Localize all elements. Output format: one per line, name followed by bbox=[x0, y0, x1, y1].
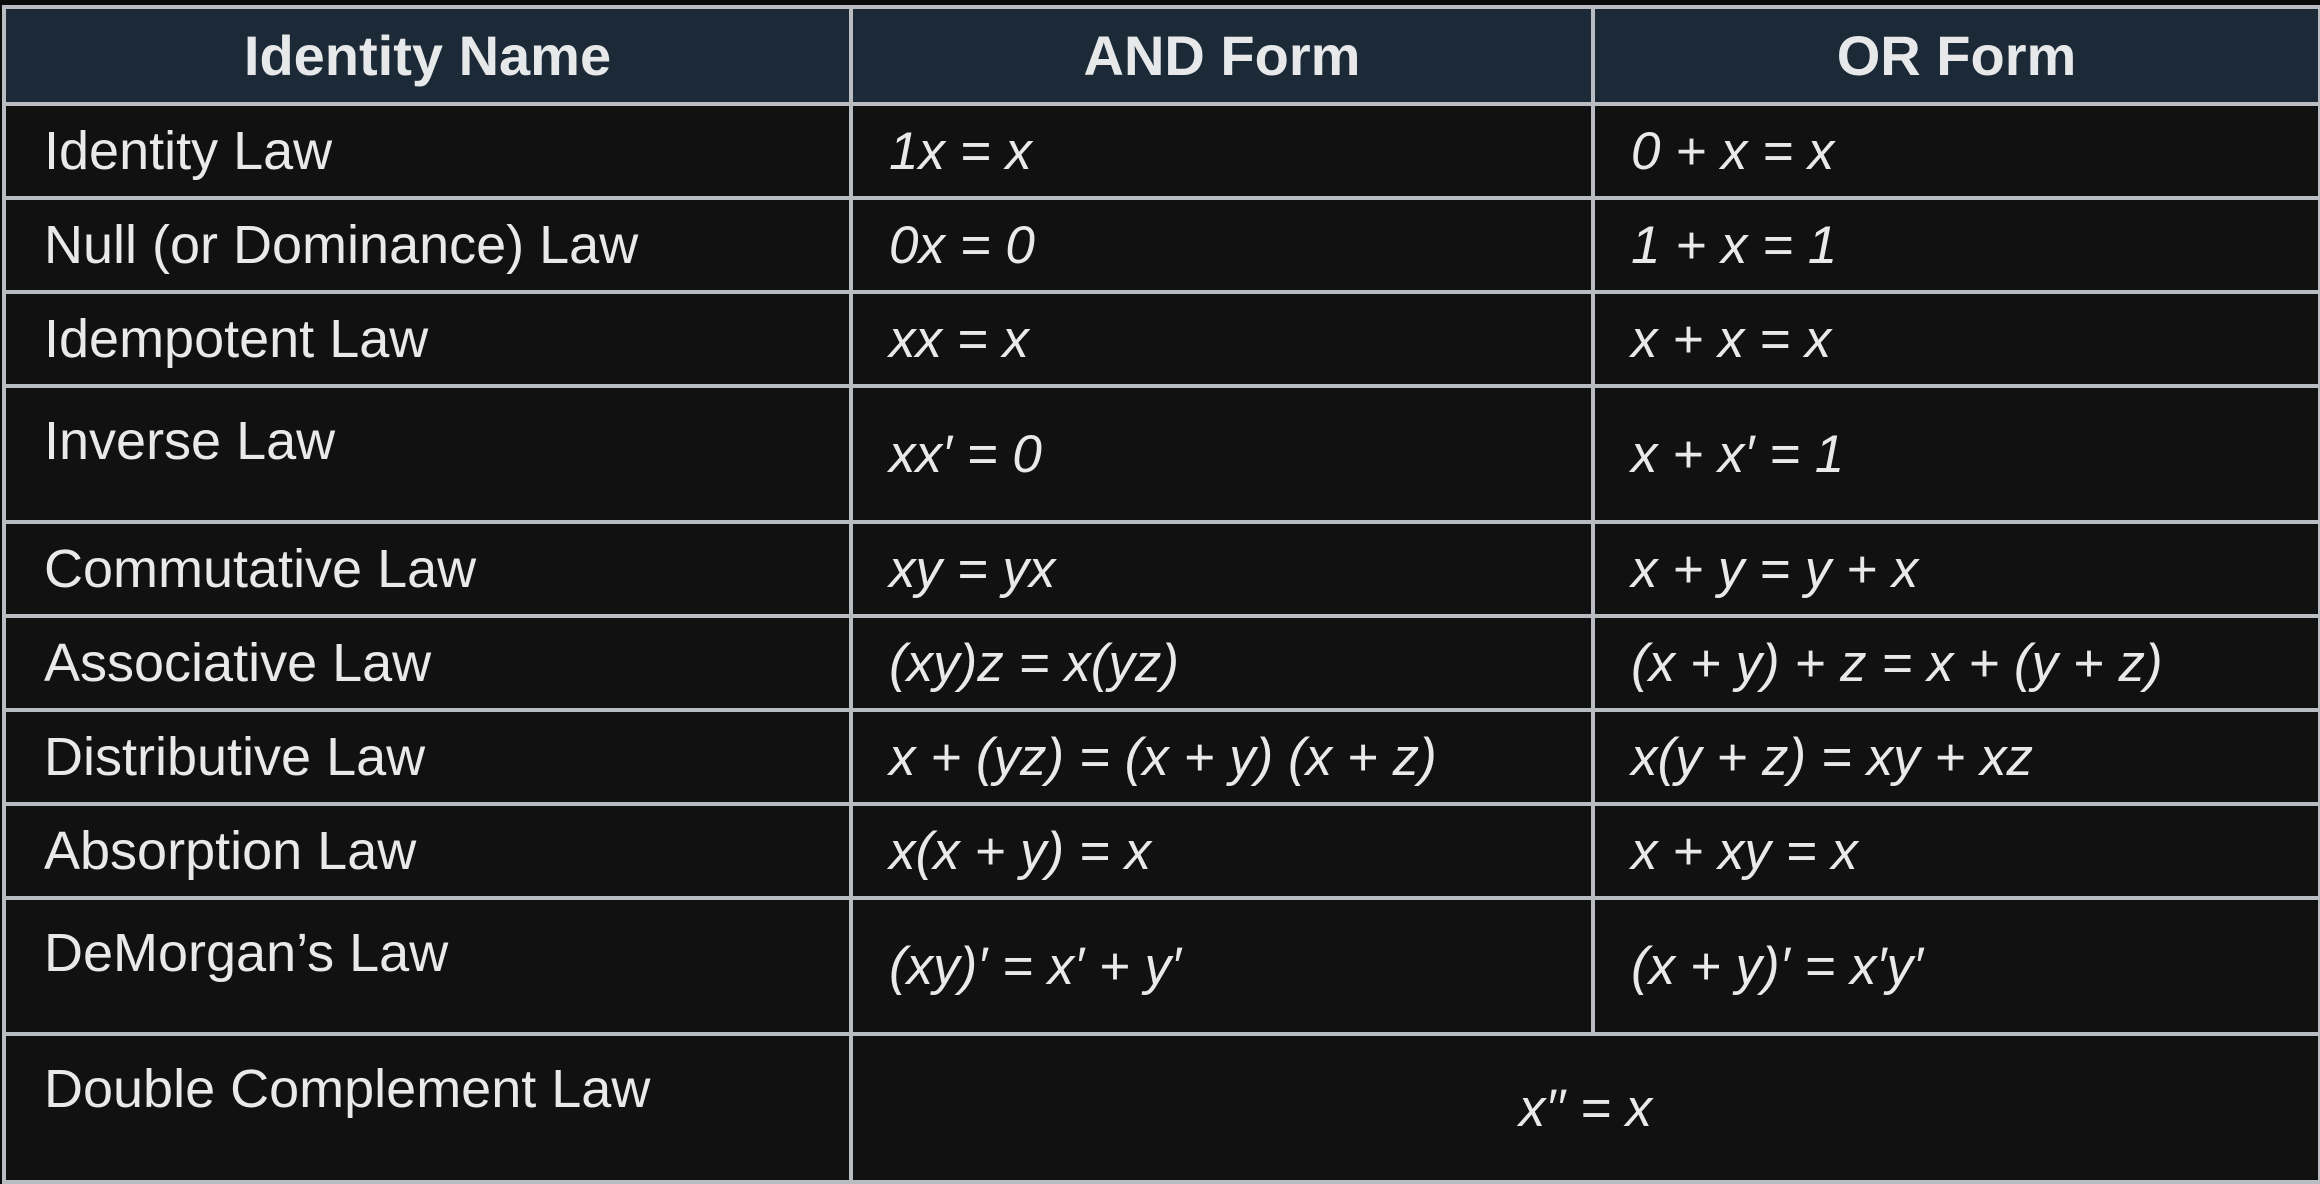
identity-name-cell: DeMorgan’s Law bbox=[2, 896, 853, 1036]
and-form-cell: (xy)z = x(yz) bbox=[849, 614, 1595, 712]
or-form-cell: x(y + z) = xy + xz bbox=[1591, 708, 2320, 806]
table-row: Inverse Law xx′ = 0 x + x′ = 1 bbox=[2, 384, 2320, 524]
identity-name-cell: Inverse Law bbox=[2, 384, 853, 524]
or-form-cell: x + xy = x bbox=[1591, 802, 2320, 900]
boolean-identities-table: Identity Name AND Form OR Form Identity … bbox=[2, 5, 2320, 1184]
header-row: Identity Name AND Form OR Form bbox=[2, 5, 2320, 106]
identity-name-cell: Associative Law bbox=[2, 614, 853, 712]
table-row: Absorption Law x(x + y) = x x + xy = x bbox=[2, 802, 2320, 900]
table-row: Identity Law 1x = x 0 + x = x bbox=[2, 102, 2320, 200]
and-form-cell: xy = yx bbox=[849, 520, 1595, 618]
identity-name-cell: Identity Law bbox=[2, 102, 853, 200]
and-form-cell: x(x + y) = x bbox=[849, 802, 1595, 900]
table-row: Null (or Dominance) Law 0x = 0 1 + x = 1 bbox=[2, 196, 2320, 294]
or-form-cell: (x + y) + z = x + (y + z) bbox=[1591, 614, 2320, 712]
merged-formula-cell: x′′ = x bbox=[849, 1032, 2320, 1184]
table-row: Double Complement Law x′′ = x bbox=[2, 1032, 2320, 1184]
header-identity-name: Identity Name bbox=[2, 5, 853, 106]
or-form-cell: 1 + x = 1 bbox=[1591, 196, 2320, 294]
identity-name-cell: Double Complement Law bbox=[2, 1032, 853, 1184]
header-and-form: AND Form bbox=[849, 5, 1595, 106]
and-form-cell: (xy)′ = x′ + y′ bbox=[849, 896, 1595, 1036]
identity-name-cell: Distributive Law bbox=[2, 708, 853, 806]
table-row: Idempotent Law xx = x x + x = x bbox=[2, 290, 2320, 388]
or-form-cell: x + x = x bbox=[1591, 290, 2320, 388]
and-form-cell: 1x = x bbox=[849, 102, 1595, 200]
identity-name-cell: Absorption Law bbox=[2, 802, 853, 900]
and-form-cell: xx′ = 0 bbox=[849, 384, 1595, 524]
identity-name-cell: Null (or Dominance) Law bbox=[2, 196, 853, 294]
or-form-cell: (x + y)′ = x′y′ bbox=[1591, 896, 2320, 1036]
or-form-cell: x + x′ = 1 bbox=[1591, 384, 2320, 524]
or-form-cell: x + y = y + x bbox=[1591, 520, 2320, 618]
table-row: Distributive Law x + (yz) = (x + y) (x +… bbox=[2, 708, 2320, 806]
and-form-cell: xx = x bbox=[849, 290, 1595, 388]
table-row: DeMorgan’s Law (xy)′ = x′ + y′ (x + y)′ … bbox=[2, 896, 2320, 1036]
header-or-form: OR Form bbox=[1591, 5, 2320, 106]
table-row: Commutative Law xy = yx x + y = y + x bbox=[2, 520, 2320, 618]
or-form-cell: 0 + x = x bbox=[1591, 102, 2320, 200]
and-form-cell: 0x = 0 bbox=[849, 196, 1595, 294]
table-row: Associative Law (xy)z = x(yz) (x + y) + … bbox=[2, 614, 2320, 712]
identity-name-cell: Commutative Law bbox=[2, 520, 853, 618]
identity-name-cell: Idempotent Law bbox=[2, 290, 853, 388]
and-form-cell: x + (yz) = (x + y) (x + z) bbox=[849, 708, 1595, 806]
